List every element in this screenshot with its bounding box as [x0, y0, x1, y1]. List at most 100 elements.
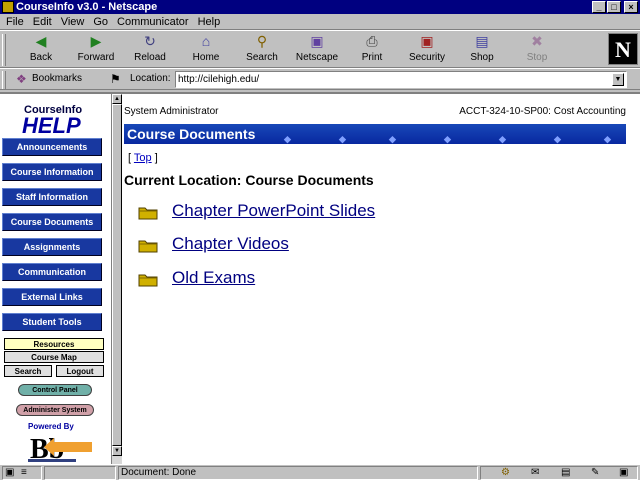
shopping-bag-icon: ▤: [475, 33, 489, 49]
top-link[interactable]: Top: [134, 152, 152, 164]
menu-view[interactable]: View: [59, 14, 92, 29]
mail-icon[interactable]: ✉: [531, 467, 539, 478]
status-bar: ▣ ≡ Document: Done ⚙ ✉ ▤ ✎ ▣: [0, 464, 640, 480]
search-icon: ⚲: [256, 33, 268, 49]
decor-diamond-icon: ◆: [389, 134, 396, 144]
security-lock-icon[interactable]: ▣: [5, 467, 14, 478]
minimize-button[interactable]: _: [592, 1, 606, 13]
bookmarks-icon[interactable]: ❖: [16, 72, 27, 86]
nav-course-documents[interactable]: Course Documents: [2, 213, 102, 231]
stop-button[interactable]: ✖ Stop: [512, 33, 562, 67]
user-role-label: System Administrator: [124, 106, 219, 117]
reload-button[interactable]: ↻ Reload: [125, 33, 175, 67]
menu-edit[interactable]: Edit: [31, 14, 59, 29]
page-title: Course Documents: [127, 126, 256, 142]
course-id-label: ACCT-324-10-SP00: Cost Accounting: [459, 106, 626, 117]
location-toolbar: ❖ Bookmarks ⚑ Location: http://cilehigh.…: [0, 68, 640, 90]
location-url-text: http://cilehigh.edu/: [178, 74, 260, 85]
folder-link-videos[interactable]: Chapter Videos: [172, 234, 289, 254]
back-button[interactable]: ◀ Back: [16, 33, 66, 67]
location-grip[interactable]: [2, 71, 6, 89]
forward-button[interactable]: ▶ Forward: [71, 33, 121, 67]
url-dropdown-button[interactable]: ▼: [612, 73, 624, 86]
menu-help[interactable]: Help: [196, 14, 228, 29]
folder-icon[interactable]: [138, 239, 158, 253]
blackboard-logo[interactable]: Bb: [28, 432, 92, 465]
resources-button[interactable]: Resources: [4, 338, 104, 350]
folder-link-powerpoint-slides[interactable]: Chapter PowerPoint Slides: [172, 201, 375, 221]
nav-student-tools[interactable]: Student Tools: [2, 313, 102, 331]
menu-go[interactable]: Go: [91, 14, 115, 29]
folder-icon[interactable]: [138, 206, 158, 220]
menu-communicator[interactable]: Communicator: [115, 14, 196, 29]
page-proxy-icon[interactable]: ⚑: [110, 72, 121, 86]
window-title: CourseInfo v3.0 - Netscape: [16, 1, 158, 13]
decor-diamond-icon: ◆: [499, 134, 506, 144]
menu-bar: File Edit View Go Communicator Help: [0, 14, 640, 30]
decor-diamond-icon: ◆: [604, 134, 611, 144]
padlock-icon: ▣: [420, 33, 434, 49]
print-button[interactable]: ⎙ Print: [347, 33, 397, 67]
left-nav-frame: CourseInfo HELP Announcements Course Inf…: [0, 94, 110, 465]
folder-link-old-exams[interactable]: Old Exams: [172, 268, 255, 288]
decor-diamond-icon: ◆: [554, 134, 561, 144]
folder-icon[interactable]: [138, 273, 158, 287]
nav-staff-information[interactable]: Staff Information: [2, 188, 102, 206]
control-panel-button[interactable]: Control Panel: [18, 384, 92, 396]
search-nav-button[interactable]: Search: [4, 365, 52, 377]
course-map-button[interactable]: Course Map: [4, 351, 104, 363]
help-logo-text[interactable]: HELP: [22, 113, 81, 139]
nav-assignments[interactable]: Assignments: [2, 238, 102, 256]
top-link-nav: [ Top ]: [128, 152, 158, 164]
main-content-frame: System Administrator ACCT-324-10-SP00: C…: [122, 94, 640, 464]
scroll-up-arrow[interactable]: ▲: [112, 94, 122, 104]
home-icon: ⌂: [201, 33, 211, 49]
nav-course-information[interactable]: Course Information: [2, 163, 102, 181]
logout-button[interactable]: Logout: [56, 365, 104, 377]
progress-bar: [44, 466, 116, 480]
bookmarks-button[interactable]: Bookmarks: [32, 73, 82, 84]
location-url-input[interactable]: http://cilehigh.edu/ ▼: [175, 71, 627, 88]
menu-file[interactable]: File: [4, 14, 31, 29]
page-content: CourseInfo HELP Announcements Course Inf…: [0, 92, 640, 465]
scroll-thumb[interactable]: [112, 104, 122, 446]
back-arrow-icon: ◀: [35, 33, 47, 49]
forward-arrow-icon: ▶: [90, 33, 102, 49]
maximize-button[interactable]: □: [607, 1, 621, 13]
powered-by-label: Powered By: [28, 422, 74, 431]
toolbar-grip[interactable]: [2, 34, 6, 66]
section-header-bar: Course Documents ◆ ◆ ◆ ◆ ◆ ◆ ◆: [124, 124, 626, 144]
dock-icon[interactable]: ▣: [619, 467, 628, 478]
left-frame-scrollbar[interactable]: ▲ ▼: [111, 94, 122, 464]
reload-icon: ↻: [144, 33, 156, 49]
shop-button[interactable]: ▤ Shop: [457, 33, 507, 67]
component-bar: ⚙ ✉ ▤ ✎ ▣: [480, 466, 638, 480]
decor-diamond-icon: ◆: [444, 134, 451, 144]
home-button[interactable]: ⌂ Home: [181, 33, 231, 67]
stop-icon: ✖: [531, 33, 543, 49]
nav-communication[interactable]: Communication: [2, 263, 102, 281]
search-button[interactable]: ⚲ Search: [237, 33, 287, 67]
administer-system-button[interactable]: Administer System: [16, 404, 94, 416]
close-button[interactable]: ×: [624, 1, 638, 13]
decor-diamond-icon: ◆: [339, 134, 346, 144]
connection-icon: ≡: [21, 467, 27, 478]
composer-icon[interactable]: ✎: [591, 467, 599, 478]
netscape-guide-icon: ▣: [310, 33, 324, 49]
netscape-logo[interactable]: N: [608, 33, 638, 65]
status-security-cell[interactable]: ▣ ≡: [2, 466, 42, 480]
window-titlebar: CourseInfo v3.0 - Netscape _ □ ×: [0, 0, 640, 14]
netscape-button[interactable]: ▣ Netscape: [292, 33, 342, 67]
status-text: Document: Done: [118, 466, 478, 480]
newsgroups-icon[interactable]: ▤: [561, 467, 570, 478]
nav-announcements[interactable]: Announcements: [2, 138, 102, 156]
navigator-icon[interactable]: ⚙: [501, 467, 510, 478]
blackboard-logo-graphic: Bb: [28, 434, 92, 465]
decor-diamond-icon: ◆: [284, 134, 291, 144]
scroll-down-arrow[interactable]: ▼: [112, 446, 122, 456]
nav-external-links[interactable]: External Links: [2, 288, 102, 306]
location-label: Location:: [130, 73, 171, 84]
navigation-toolbar: ◀ Back ▶ Forward ↻ Reload ⌂ Home ⚲ Searc…: [0, 30, 640, 68]
security-button[interactable]: ▣ Security: [402, 33, 452, 67]
printer-icon: ⎙: [366, 33, 378, 49]
